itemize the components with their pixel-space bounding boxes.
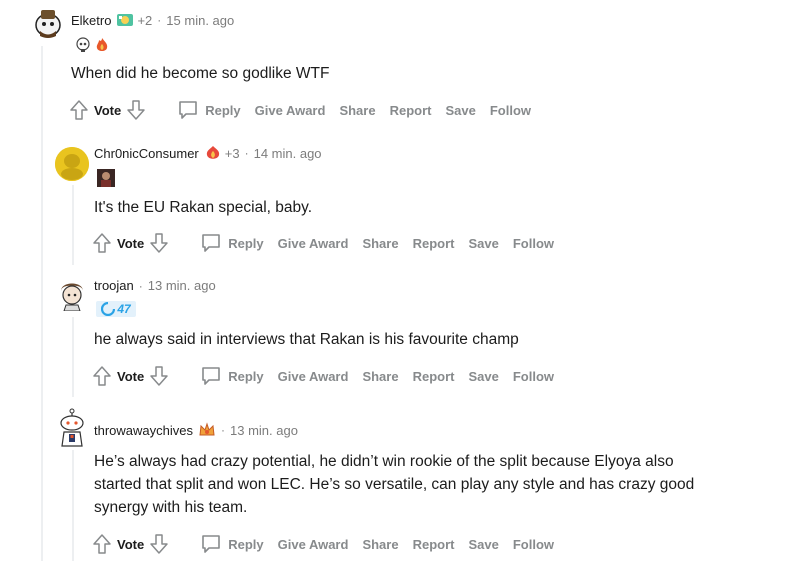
- username[interactable]: Chr0nicConsumer: [94, 146, 199, 161]
- share-button[interactable]: Share: [362, 369, 398, 384]
- thread-line-root[interactable]: [41, 46, 43, 561]
- vote-count: Vote: [117, 368, 145, 384]
- reply-button[interactable]: Reply: [200, 365, 264, 387]
- avatar[interactable]: [55, 147, 89, 181]
- report-button[interactable]: Report: [413, 236, 455, 251]
- reply-button[interactable]: Reply: [200, 533, 264, 555]
- thread-line-reply[interactable]: [72, 450, 74, 561]
- report-button[interactable]: Report: [390, 103, 432, 118]
- comment-actions: Vote Reply Give Award Share Report Save …: [91, 364, 554, 388]
- comment-body-line: synergy with his team.: [94, 499, 248, 516]
- comment-body: It's the EU Rakan special, baby.: [94, 199, 313, 216]
- reply-button[interactable]: Reply: [200, 232, 264, 254]
- report-button[interactable]: Report: [413, 369, 455, 384]
- reply-label: Reply: [228, 536, 264, 552]
- downvote-icon[interactable]: [148, 231, 170, 255]
- username[interactable]: Elketro: [71, 13, 111, 28]
- comment-header: Chr0nicConsumer +3 · 14 min. ago: [94, 145, 322, 161]
- team-flair-badge: 47: [96, 301, 136, 317]
- upvote-icon[interactable]: [91, 364, 113, 388]
- comment-bubble-icon: [200, 365, 222, 387]
- separator-dot: ·: [157, 13, 162, 27]
- separator-dot: ·: [138, 278, 143, 293]
- comment-actions: Vote Reply Give Award Share Report Save …: [91, 231, 554, 255]
- give-award-button[interactable]: Give Award: [278, 236, 349, 251]
- share-button[interactable]: Share: [339, 103, 375, 118]
- follow-button[interactable]: Follow: [490, 103, 531, 118]
- save-button[interactable]: Save: [468, 236, 498, 251]
- avatar[interactable]: [55, 277, 89, 312]
- avatar[interactable]: [55, 408, 89, 447]
- give-award-button[interactable]: Give Award: [278, 369, 349, 384]
- reply-button[interactable]: Reply: [177, 99, 241, 121]
- comment-header: Elketro +2 · 15 min. ago: [71, 12, 234, 28]
- award-count[interactable]: +2: [137, 13, 152, 28]
- thread-line-reply[interactable]: [72, 185, 74, 265]
- reply-label: Reply: [228, 368, 264, 384]
- give-award-button[interactable]: Give Award: [255, 103, 326, 118]
- upvote-icon[interactable]: [91, 532, 113, 556]
- award-icon[interactable]: [204, 145, 222, 161]
- comment-actions: Vote Reply Give Award Share Report Save …: [68, 98, 531, 122]
- comment-bubble-icon: [177, 99, 199, 121]
- user-flair: [75, 37, 113, 53]
- downvote-icon[interactable]: [148, 532, 170, 556]
- save-button[interactable]: Save: [468, 537, 498, 552]
- comment-bubble-icon: [200, 232, 222, 254]
- reply-label: Reply: [205, 102, 241, 118]
- team-flair-text: 47: [117, 302, 131, 316]
- save-button[interactable]: Save: [468, 369, 498, 384]
- user-flair: [97, 169, 117, 187]
- follow-button[interactable]: Follow: [513, 236, 554, 251]
- comment-body: He’s always had crazy potential, he didn…: [94, 450, 694, 519]
- vote-count: Vote: [117, 536, 145, 552]
- timestamp[interactable]: 14 min. ago: [254, 146, 322, 161]
- separator-dot: ·: [221, 423, 225, 437]
- vote-count: Vote: [94, 102, 122, 118]
- upvote-icon[interactable]: [91, 231, 113, 255]
- comment-header: troojan · 13 min. ago: [94, 278, 216, 293]
- award-icon[interactable]: [116, 12, 134, 28]
- comment-actions: Vote Reply Give Award Share Report Save …: [91, 532, 554, 556]
- share-button[interactable]: Share: [362, 236, 398, 251]
- follow-button[interactable]: Follow: [513, 369, 554, 384]
- comment-body-line: started that split and won LEC. He’s so …: [94, 476, 695, 493]
- comment-body: When did he become so godlike WTF: [71, 65, 330, 82]
- share-button[interactable]: Share: [362, 537, 398, 552]
- timestamp[interactable]: 13 min. ago: [148, 278, 216, 293]
- timestamp[interactable]: 13 min. ago: [230, 423, 298, 438]
- reply-label: Reply: [228, 235, 264, 251]
- upvote-icon[interactable]: [68, 98, 90, 122]
- give-award-button[interactable]: Give Award: [278, 537, 349, 552]
- vote-count: Vote: [117, 235, 145, 251]
- downvote-icon[interactable]: [148, 364, 170, 388]
- downvote-icon[interactable]: [125, 98, 147, 122]
- save-button[interactable]: Save: [445, 103, 475, 118]
- username[interactable]: throwawaychives: [94, 423, 193, 438]
- report-button[interactable]: Report: [413, 537, 455, 552]
- username[interactable]: troojan: [94, 278, 134, 293]
- avatar[interactable]: [31, 6, 65, 40]
- award-icon[interactable]: [198, 422, 216, 438]
- comment-body: he always said in interviews that Rakan …: [94, 331, 519, 348]
- comment-body-line: He’s always had crazy potential, he didn…: [94, 453, 674, 470]
- thread-line-reply[interactable]: [72, 317, 74, 397]
- user-flair: 47: [96, 301, 138, 317]
- comment-header: throwawaychives · 13 min. ago: [94, 422, 298, 438]
- portrait-flair-icon: [97, 169, 115, 187]
- timestamp[interactable]: 15 min. ago: [166, 13, 234, 28]
- skull-flair-icon: [75, 37, 91, 53]
- fire-flair-icon: [93, 37, 111, 53]
- comment-bubble-icon: [200, 533, 222, 555]
- award-count[interactable]: +3: [225, 146, 240, 161]
- separator-dot: ·: [244, 146, 249, 160]
- follow-button[interactable]: Follow: [513, 537, 554, 552]
